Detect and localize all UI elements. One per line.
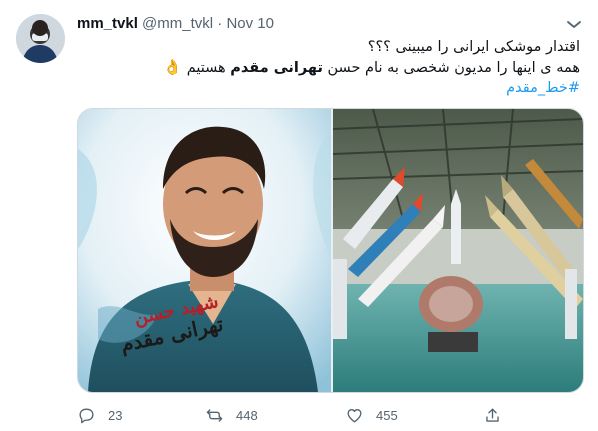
missile-exhibition-image[interactable] bbox=[332, 109, 583, 392]
reply-count: 23 bbox=[108, 407, 123, 423]
tweet-actions: 23 448 455 bbox=[77, 404, 517, 428]
reply-button[interactable]: 23 bbox=[77, 404, 122, 426]
tweet-line-2-start: همه ی اینها را مدیون شخصی به نام حسن bbox=[322, 60, 580, 76]
like-icon bbox=[347, 408, 362, 423]
tweet-text: اقتدار موشکی ایرانی را میبینی ؟؟؟ همه ی … bbox=[77, 37, 580, 98]
ok-hand-emoji: 👌 bbox=[163, 58, 183, 76]
separator-dot: · bbox=[217, 15, 223, 32]
like-count: 455 bbox=[376, 407, 398, 423]
tweet-media[interactable]: شهید حسن تهرانی مقدم bbox=[77, 108, 584, 393]
avatar[interactable] bbox=[16, 14, 65, 63]
retweet-count: 448 bbox=[236, 407, 258, 423]
tweet-line-2: همه ی اینها را مدیون شخصی به نام حسن تهر… bbox=[77, 57, 580, 78]
tweet[interactable]: mm_tvkl @mm_tvkl · Nov 10 اقتدار موشکی ا… bbox=[0, 0, 598, 431]
display-name[interactable]: mm_tvkl bbox=[77, 15, 138, 32]
tweet-line-1: اقتدار موشکی ایرانی را میبینی ؟؟؟ bbox=[367, 39, 580, 55]
like-button[interactable]: 455 bbox=[345, 404, 398, 426]
retweet-button[interactable]: 448 bbox=[205, 404, 258, 426]
retweet-icon bbox=[206, 408, 223, 422]
portrait-image[interactable]: شهید حسن تهرانی مقدم bbox=[78, 109, 331, 392]
more-icon[interactable] bbox=[562, 12, 586, 36]
tweet-line-2-end: هستیم bbox=[186, 60, 231, 76]
tweet-timestamp[interactable]: Nov 10 bbox=[226, 15, 274, 32]
tweet-bold-name: تهرانی مقدم bbox=[230, 60, 323, 76]
tweet-header: mm_tvkl @mm_tvkl · Nov 10 bbox=[77, 14, 274, 34]
share-icon bbox=[486, 407, 499, 422]
hashtag-link[interactable]: #خط_مقدم bbox=[77, 78, 580, 98]
avatar-image bbox=[16, 14, 65, 63]
reply-icon bbox=[79, 407, 94, 423]
share-button[interactable] bbox=[483, 404, 502, 426]
user-handle[interactable]: @mm_tvkl bbox=[142, 15, 213, 32]
